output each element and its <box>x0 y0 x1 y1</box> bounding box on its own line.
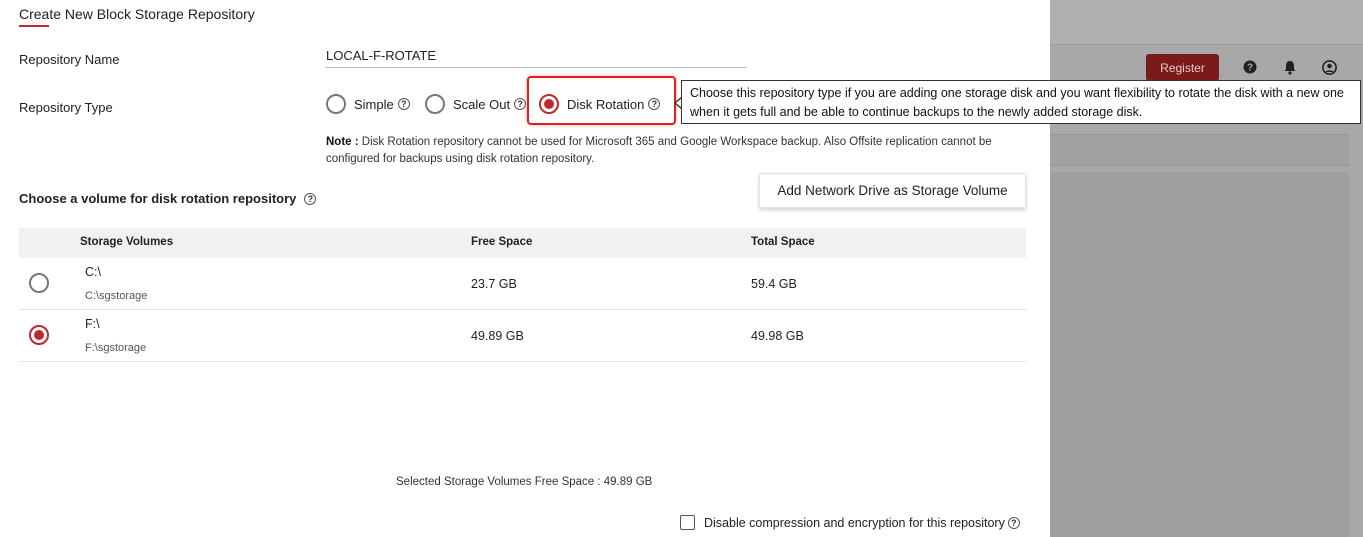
user-icon[interactable] <box>1320 58 1338 76</box>
disable-compression-checkbox[interactable] <box>680 515 695 530</box>
add-network-drive-button[interactable]: Add Network Drive as Storage Volume <box>759 173 1026 208</box>
header-storage-volumes: Storage Volumes <box>80 236 174 248</box>
register-button[interactable]: Register <box>1146 54 1219 81</box>
background-header <box>1050 0 1363 45</box>
title-underline <box>19 25 49 27</box>
volume-radio[interactable] <box>29 325 49 345</box>
volume-name: C:\ <box>85 265 101 279</box>
disable-compression-option[interactable]: Disable compression and encryption for t… <box>680 515 1020 530</box>
type-option-scale-out[interactable]: Scale Out ? <box>425 93 527 115</box>
header-total-space: Total Space <box>751 236 815 248</box>
disk-rotation-tooltip: Choose this repository type if you are a… <box>681 80 1361 124</box>
help-icon[interactable]: ? <box>397 98 410 110</box>
volume-name: F:\ <box>85 317 100 331</box>
disable-compression-label: Disable compression and encryption for t… <box>704 515 1005 530</box>
total-space: 49.98 GB <box>751 329 804 343</box>
type-option-simple[interactable]: Simple ? <box>326 93 410 115</box>
free-space: 49.89 GB <box>471 329 524 343</box>
table-header: Storage Volumes Free Space Total Space <box>19 228 1026 258</box>
scale-out-radio[interactable] <box>425 94 445 114</box>
selected-free-space-summary: Selected Storage Volumes Free Space : 49… <box>396 476 653 488</box>
scale-out-label: Scale Out <box>453 96 511 112</box>
help-icon[interactable]: ? <box>514 98 527 110</box>
help-icon[interactable]: ? <box>1007 516 1020 529</box>
note-body: Disk Rotation repository cannot be used … <box>326 136 992 165</box>
note-text: Note : Disk Rotation repository cannot b… <box>326 134 1026 168</box>
background-content <box>1050 172 1349 537</box>
header-free-space: Free Space <box>471 236 533 248</box>
note-label: Note : <box>326 136 359 148</box>
storage-volumes-table: Storage Volumes Free Space Total Space C… <box>19 228 1026 362</box>
background-panel <box>1050 134 1349 166</box>
bell-icon[interactable] <box>1281 58 1299 76</box>
total-space: 59.4 GB <box>751 277 797 291</box>
dialog-title: Create New Block Storage Repository <box>19 6 255 22</box>
volume-section-label: Choose a volume for disk rotation reposi… <box>19 191 297 206</box>
volume-path: F:\sgstorage <box>85 342 147 354</box>
volume-path: C:\sgstorage <box>85 290 148 302</box>
volume-radio[interactable] <box>29 273 49 293</box>
free-space: 23.7 GB <box>471 277 517 291</box>
repository-name-label: Repository Name <box>19 52 120 67</box>
simple-label: Simple <box>354 96 394 112</box>
repository-name-input[interactable] <box>326 44 746 68</box>
table-row[interactable]: C:\ C:\sgstorage 23.7 GB 59.4 GB <box>19 258 1026 310</box>
svg-text:?: ? <box>1247 63 1253 74</box>
help-icon[interactable]: ? <box>304 192 317 205</box>
disk-rotation-highlight <box>527 76 676 125</box>
table-row[interactable]: F:\ F:\sgstorage 49.89 GB 49.98 GB <box>19 310 1026 362</box>
create-repository-dialog: Create New Block Storage Repository Repo… <box>0 0 1361 537</box>
repository-type-label: Repository Type <box>19 100 113 115</box>
volume-section-title: Choose a volume for disk rotation reposi… <box>19 191 317 206</box>
simple-radio[interactable] <box>326 94 346 114</box>
help-icon[interactable]: ? <box>1241 58 1259 76</box>
